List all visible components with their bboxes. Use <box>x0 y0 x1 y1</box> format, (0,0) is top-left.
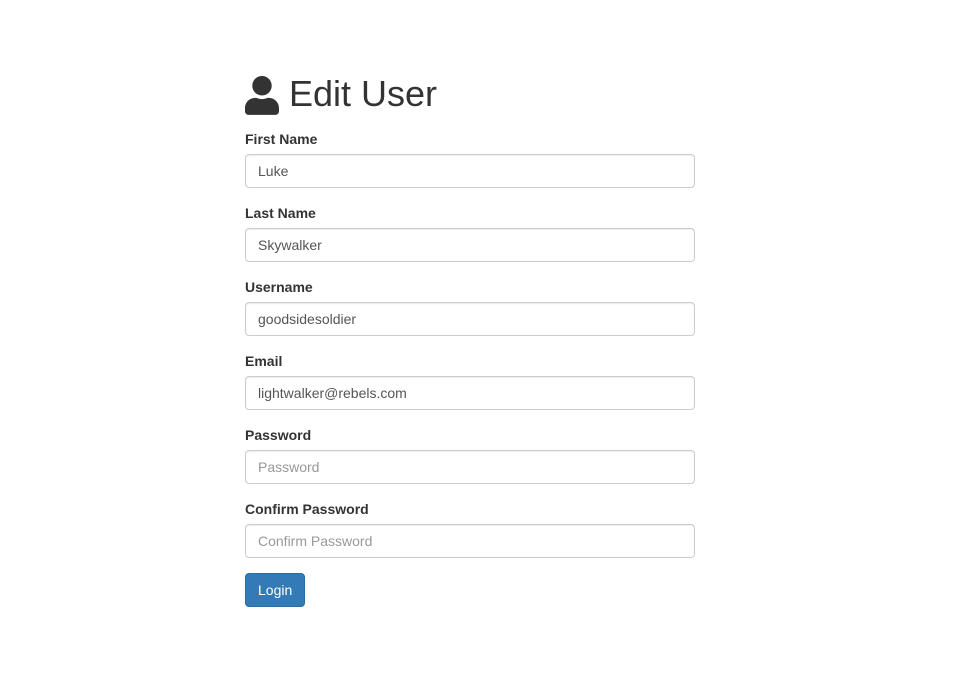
page-title-text: Edit User <box>289 68 437 119</box>
edit-user-form: First Name Last Name Username Email Pass… <box>245 129 695 607</box>
last-name-input[interactable] <box>245 228 695 262</box>
page-title: Edit User <box>245 68 695 119</box>
email-group: Email <box>245 351 695 410</box>
password-group: Password <box>245 425 695 484</box>
first-name-input[interactable] <box>245 154 695 188</box>
edit-user-form-container: Edit User First Name Last Name Username … <box>245 68 695 607</box>
email-label: Email <box>245 351 282 371</box>
username-input[interactable] <box>245 302 695 336</box>
password-input[interactable] <box>245 450 695 484</box>
login-button[interactable]: Login <box>245 573 305 607</box>
user-icon <box>245 76 279 112</box>
last-name-group: Last Name <box>245 203 695 262</box>
username-label: Username <box>245 277 313 297</box>
password-label: Password <box>245 425 311 445</box>
confirm-password-input[interactable] <box>245 524 695 558</box>
username-group: Username <box>245 277 695 336</box>
confirm-password-group: Confirm Password <box>245 499 695 558</box>
first-name-group: First Name <box>245 129 695 188</box>
last-name-label: Last Name <box>245 203 316 223</box>
first-name-label: First Name <box>245 129 317 149</box>
email-input[interactable] <box>245 376 695 410</box>
confirm-password-label: Confirm Password <box>245 499 369 519</box>
